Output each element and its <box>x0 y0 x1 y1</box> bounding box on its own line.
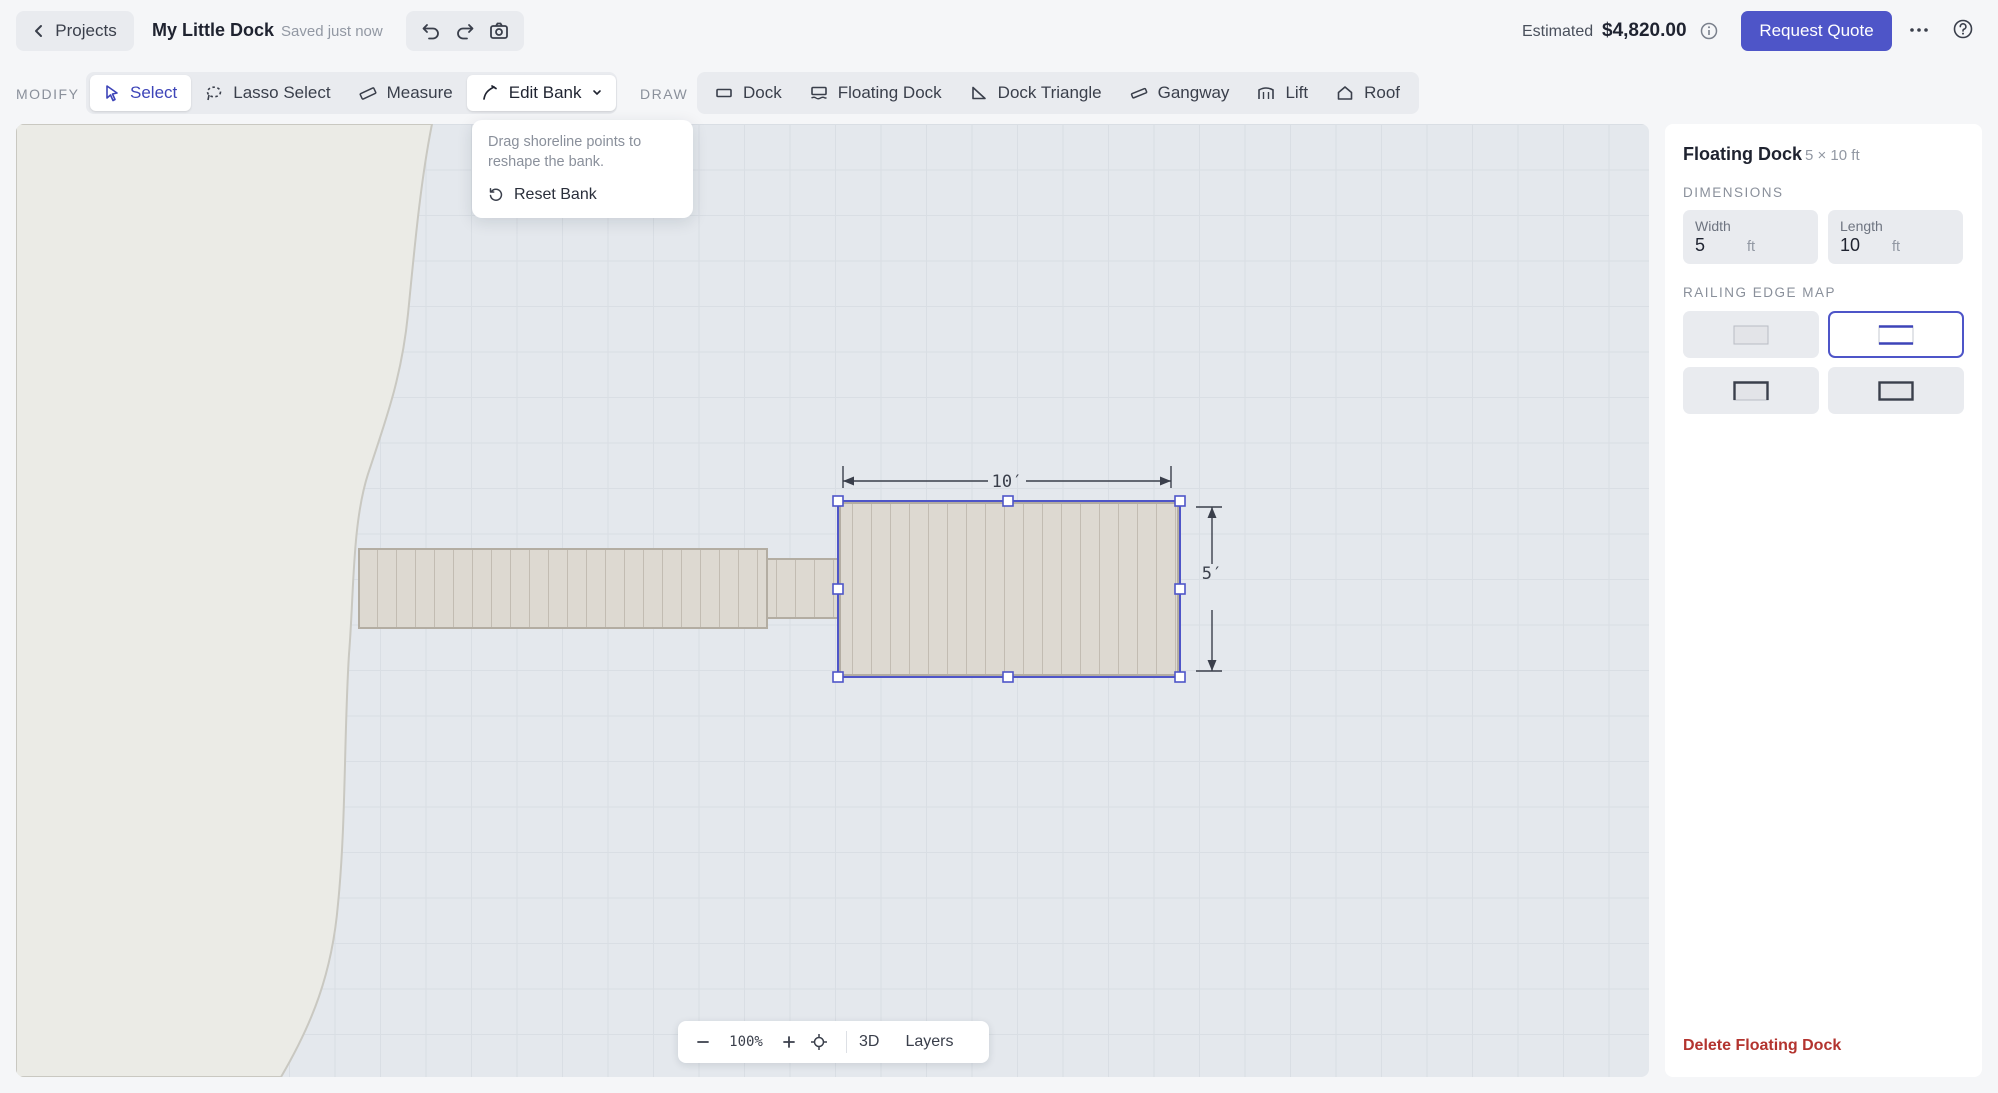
boat-lift-icon <box>1258 87 1275 99</box>
length-unit: ft <box>1892 239 1901 255</box>
tool-lift[interactable]: Lift <box>1243 75 1322 111</box>
railing-option-none[interactable] <box>1683 311 1819 358</box>
info-icon[interactable] <box>1700 22 1718 40</box>
zoom-controls: 100% 3D Layers <box>678 1021 989 1063</box>
crosshair-icon <box>811 1034 827 1050</box>
railing-option-all-sides[interactable] <box>1828 367 1964 414</box>
zoom-level: 100% <box>729 1034 763 1050</box>
tool-select[interactable]: Select <box>90 75 192 111</box>
chevron-down-icon <box>592 90 601 96</box>
delete-floating-dock-button[interactable]: Delete Floating Dock <box>1683 1037 1841 1055</box>
tool-measure-label: Measure <box>386 83 453 102</box>
draw-section-label: DRAW <box>640 86 689 102</box>
back-label: Projects <box>55 21 117 40</box>
history-toolbar <box>406 11 524 51</box>
tool-lasso-label: Lasso Select <box>233 83 331 102</box>
minus-icon <box>697 1041 709 1043</box>
redo-button[interactable] <box>450 16 480 46</box>
estimate-value: $4,820.00 <box>1602 20 1687 41</box>
edit-bank-hint: Drag shoreline points to reshape the ban… <box>488 134 642 170</box>
width-field[interactable]: Width 5 ft <box>1683 210 1818 264</box>
project-title[interactable]: My Little Dock <box>152 20 274 41</box>
ruler-icon <box>359 87 377 100</box>
railing-option-long-sides[interactable] <box>1828 311 1964 358</box>
tool-lift-label: Lift <box>1285 83 1309 102</box>
gangway-connector[interactable] <box>766 558 841 619</box>
recenter-button[interactable] <box>804 1027 834 1057</box>
undo-icon <box>422 24 439 40</box>
length-field[interactable]: Length 10 ft <box>1828 210 1963 264</box>
width-dimension-label: 5′ <box>1202 564 1222 584</box>
lasso-icon <box>206 86 222 101</box>
tool-gangway-label: Gangway <box>1157 83 1230 102</box>
modify-toolbar: Select Lasso Select Measure Edit Bank <box>86 72 617 114</box>
toggle-3d-button[interactable]: 3D <box>859 1033 879 1051</box>
gangway-icon <box>1130 87 1147 99</box>
pen-curve-icon <box>482 85 497 100</box>
tool-dock[interactable]: Dock <box>701 75 796 111</box>
undo-button[interactable] <box>416 16 446 46</box>
length-label: Length <box>1840 218 1883 234</box>
tool-dock-label: Dock <box>743 83 782 102</box>
redo-icon <box>457 24 474 40</box>
help-icon[interactable] <box>1952 18 1974 40</box>
tool-roof-label: Roof <box>1364 83 1401 102</box>
edit-bank-menu: Drag shoreline points to reshape the ban… <box>472 120 693 218</box>
camera-icon <box>490 22 508 39</box>
dimensions-label: DIMENSIONS <box>1683 185 1784 200</box>
floating-dock-selected[interactable] <box>839 502 1179 676</box>
tool-gangway[interactable]: Gangway <box>1116 75 1244 111</box>
railing-option-three-sides[interactable] <box>1683 367 1819 414</box>
tool-dock-triangle-label: Dock Triangle <box>997 83 1102 102</box>
more-options-icon[interactable] <box>1908 17 1930 43</box>
tool-edit-bank-label: Edit Bank <box>508 83 582 102</box>
house-icon <box>1337 86 1353 100</box>
modify-section-label: MODIFY <box>16 86 80 102</box>
width-unit: ft <box>1747 239 1756 255</box>
draw-toolbar: Dock Floating Dock Dock Triangle Gangway… <box>697 72 1419 114</box>
tool-floating-dock[interactable]: Floating Dock <box>796 75 956 111</box>
design-canvas[interactable]: 10′ 5′ <box>16 124 1649 1077</box>
tool-lasso-select[interactable]: Lasso Select <box>191 75 344 111</box>
width-label: Width <box>1695 218 1731 234</box>
plan-drawing[interactable]: 10′ 5′ <box>16 124 1649 1077</box>
properties-panel: Floating Dock 5 × 10 ft DIMENSIONS Width… <box>1665 124 1982 1077</box>
floating-dock-icon <box>810 86 827 100</box>
layers-button[interactable]: Layers <box>905 1033 953 1051</box>
railing-none-icon <box>1733 325 1769 344</box>
panel-title: Floating Dock <box>1683 144 1803 164</box>
reset-bank-button[interactable]: Reset Bank <box>488 186 677 204</box>
save-status: Saved just now <box>281 23 383 40</box>
snapshot-button[interactable] <box>484 16 514 46</box>
length-dimension-label: 10′ <box>992 472 1023 492</box>
back-to-projects-button[interactable]: Projects <box>16 11 134 51</box>
cursor-arrow-icon <box>106 85 118 102</box>
tool-edit-bank[interactable]: Edit Bank <box>466 75 616 111</box>
zoom-divider <box>846 1031 847 1053</box>
tool-select-label: Select <box>130 83 178 102</box>
reset-icon <box>489 188 503 201</box>
railing-three-sides-icon <box>1733 380 1769 400</box>
width-dimension <box>1196 506 1222 672</box>
rectangle-icon <box>716 88 732 98</box>
reset-bank-label: Reset Bank <box>514 186 597 203</box>
fixed-dock[interactable] <box>358 548 768 629</box>
request-quote-button[interactable]: Request Quote <box>1741 11 1892 51</box>
estimate-label: Estimated <box>1522 23 1594 40</box>
zoom-out-button[interactable] <box>688 1027 718 1057</box>
tool-measure[interactable]: Measure <box>345 75 467 111</box>
zoom-in-button[interactable] <box>774 1027 804 1057</box>
railing-edge-map-label: RAILING EDGE MAP <box>1683 285 1837 300</box>
tool-floating-dock-label: Floating Dock <box>837 83 942 102</box>
tool-dock-triangle[interactable]: Dock Triangle <box>956 75 1116 111</box>
railing-all-sides-icon <box>1878 380 1914 401</box>
plus-icon <box>783 1036 795 1048</box>
railing-long-sides-icon <box>1878 324 1914 345</box>
panel-size: 5 × 10 ft <box>1805 147 1860 164</box>
tool-roof[interactable]: Roof <box>1322 75 1414 111</box>
chevron-left-icon <box>35 25 43 37</box>
triangle-icon <box>971 86 986 100</box>
